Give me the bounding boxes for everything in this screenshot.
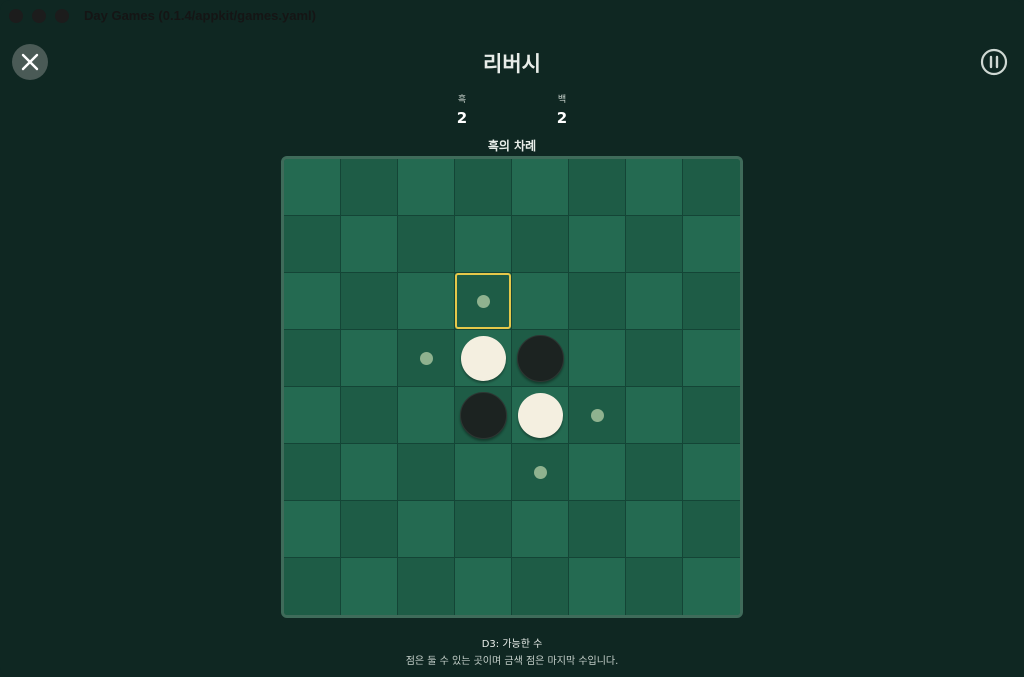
board-cell-b1[interactable] bbox=[341, 159, 398, 216]
board-cell-h4[interactable] bbox=[683, 330, 740, 387]
score-black: 흑 2 bbox=[432, 92, 492, 127]
white-disc bbox=[460, 335, 506, 381]
board-cell-d4[interactable] bbox=[455, 330, 512, 387]
board-cell-b7[interactable] bbox=[341, 501, 398, 558]
board-cell-g8[interactable] bbox=[626, 558, 683, 615]
window-title: Day Games (0.1.4/appkit/games.yaml) bbox=[84, 8, 316, 23]
board-cell-a7[interactable] bbox=[284, 501, 341, 558]
board-cell-f2[interactable] bbox=[569, 216, 626, 273]
board-cell-h2[interactable] bbox=[683, 216, 740, 273]
board-cell-g2[interactable] bbox=[626, 216, 683, 273]
board-cell-g1[interactable] bbox=[626, 159, 683, 216]
score-black-value: 2 bbox=[456, 109, 468, 127]
board-cell-b5[interactable] bbox=[341, 387, 398, 444]
board-cell-e3[interactable] bbox=[512, 273, 569, 330]
board-cell-a8[interactable] bbox=[284, 558, 341, 615]
move-info: D3: 가능한 수 bbox=[481, 639, 543, 650]
white-disc bbox=[517, 392, 563, 438]
board-cell-h7[interactable] bbox=[683, 501, 740, 558]
board-cell-f7[interactable] bbox=[569, 501, 626, 558]
board-cell-a5[interactable] bbox=[284, 387, 341, 444]
board-cell-g5[interactable] bbox=[626, 387, 683, 444]
board-cell-b6[interactable] bbox=[341, 444, 398, 501]
board-cell-g6[interactable] bbox=[626, 444, 683, 501]
board-cell-d3[interactable] bbox=[455, 273, 512, 330]
board-cell-h1[interactable] bbox=[683, 159, 740, 216]
turn-indicator: 흑의 차례 bbox=[487, 139, 537, 153]
board-cell-d5[interactable] bbox=[455, 387, 512, 444]
board-cell-h8[interactable] bbox=[683, 558, 740, 615]
board-cell-a4[interactable] bbox=[284, 330, 341, 387]
board-cell-b2[interactable] bbox=[341, 216, 398, 273]
board-cell-c4[interactable] bbox=[398, 330, 455, 387]
score-white-value: 2 bbox=[556, 109, 568, 127]
window-zoom-button[interactable] bbox=[55, 9, 69, 23]
game-title: 리버시 bbox=[483, 52, 541, 76]
board-cell-e7[interactable] bbox=[512, 501, 569, 558]
board-cell-c8[interactable] bbox=[398, 558, 455, 615]
board-cell-f8[interactable] bbox=[569, 558, 626, 615]
valid-move-hint bbox=[476, 294, 490, 308]
score-white: 백 2 bbox=[532, 92, 592, 127]
board-cell-g7[interactable] bbox=[626, 501, 683, 558]
board-grid bbox=[284, 159, 740, 615]
board-cell-a2[interactable] bbox=[284, 216, 341, 273]
valid-move-hint bbox=[533, 465, 547, 479]
board-cell-h3[interactable] bbox=[683, 273, 740, 330]
score-white-label: 백 bbox=[557, 95, 567, 105]
board-cell-f1[interactable] bbox=[569, 159, 626, 216]
board-cell-a3[interactable] bbox=[284, 273, 341, 330]
board-cell-g4[interactable] bbox=[626, 330, 683, 387]
black-disc bbox=[459, 391, 507, 439]
board-cell-c2[interactable] bbox=[398, 216, 455, 273]
board-cell-b8[interactable] bbox=[341, 558, 398, 615]
score-black-label: 흑 bbox=[457, 95, 467, 105]
title-bar: Day Games (0.1.4/appkit/games.yaml) bbox=[0, 0, 1024, 32]
board-cell-e6[interactable] bbox=[512, 444, 569, 501]
board-cell-d7[interactable] bbox=[455, 501, 512, 558]
board-cell-e1[interactable] bbox=[512, 159, 569, 216]
board-cell-d2[interactable] bbox=[455, 216, 512, 273]
black-disc bbox=[516, 334, 564, 382]
board-cell-f5[interactable] bbox=[569, 387, 626, 444]
board-cell-d8[interactable] bbox=[455, 558, 512, 615]
board-cell-c5[interactable] bbox=[398, 387, 455, 444]
board-cell-a6[interactable] bbox=[284, 444, 341, 501]
board-cell-e4[interactable] bbox=[512, 330, 569, 387]
board-cell-h6[interactable] bbox=[683, 444, 740, 501]
board-cell-c7[interactable] bbox=[398, 501, 455, 558]
legend-info: 점은 둘 수 있는 곳이며 금색 점은 마지막 수입니다. bbox=[405, 656, 619, 667]
board-cell-f6[interactable] bbox=[569, 444, 626, 501]
board-cell-a1[interactable] bbox=[284, 159, 341, 216]
board-cell-b3[interactable] bbox=[341, 273, 398, 330]
window-minimize-button[interactable] bbox=[32, 9, 46, 23]
board-cell-g3[interactable] bbox=[626, 273, 683, 330]
board-cell-e8[interactable] bbox=[512, 558, 569, 615]
board-cell-e2[interactable] bbox=[512, 216, 569, 273]
board-cell-f3[interactable] bbox=[569, 273, 626, 330]
board-cell-c6[interactable] bbox=[398, 444, 455, 501]
board-cell-d1[interactable] bbox=[455, 159, 512, 216]
window-close-button[interactable] bbox=[9, 9, 23, 23]
app-window: Day Games (0.1.4/appkit/games.yaml) 리버시 … bbox=[0, 0, 1024, 677]
board-cell-c3[interactable] bbox=[398, 273, 455, 330]
board-cell-c1[interactable] bbox=[398, 159, 455, 216]
board-cell-d6[interactable] bbox=[455, 444, 512, 501]
board-cell-f4[interactable] bbox=[569, 330, 626, 387]
game-board bbox=[281, 156, 743, 618]
board-cell-h5[interactable] bbox=[683, 387, 740, 444]
board-cell-b4[interactable] bbox=[341, 330, 398, 387]
board-cell-e5[interactable] bbox=[512, 387, 569, 444]
valid-move-hint bbox=[590, 408, 604, 422]
valid-move-hint bbox=[419, 351, 433, 365]
